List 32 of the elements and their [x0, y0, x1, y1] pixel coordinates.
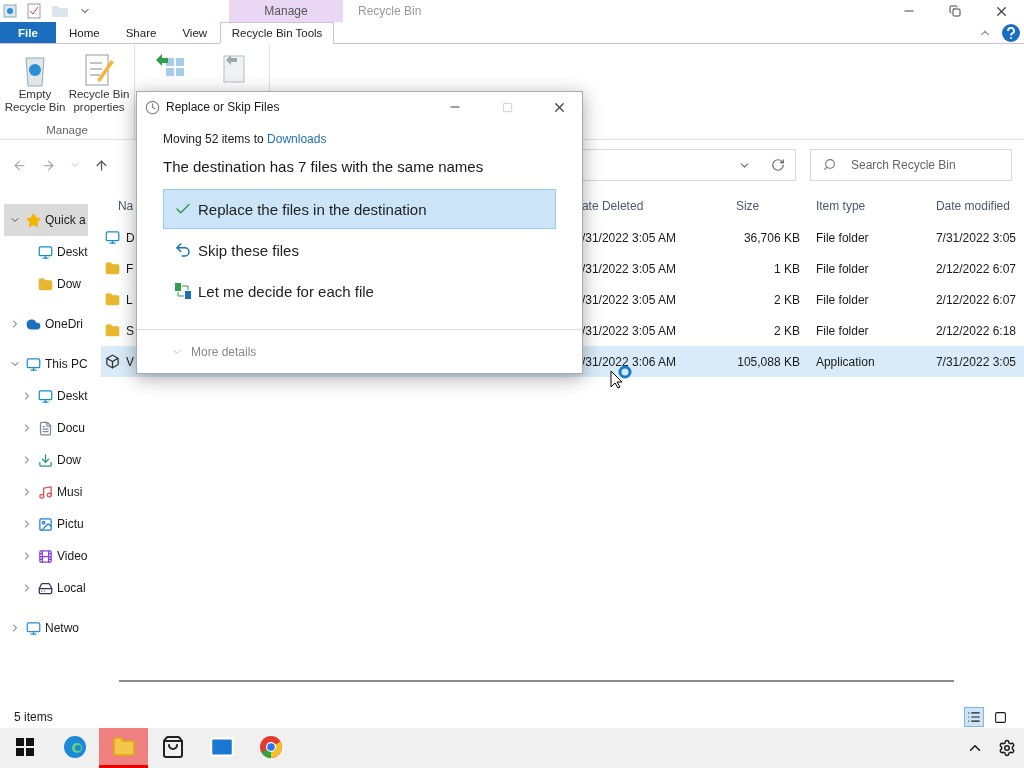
file-name: L [125, 292, 133, 307]
item-count: 5 items [14, 710, 53, 724]
file-name: S [125, 323, 134, 338]
file-name: V [125, 354, 134, 369]
table-cell-text: 2/12/2022 6:07 [934, 292, 1017, 307]
context-tab-header: Manage [229, 0, 343, 22]
table-cell-text: Application [814, 354, 876, 369]
table-cell-text: 2/12/2022 6:07 [934, 261, 1017, 276]
moving-text: Moving 52 items to Downloads [163, 132, 328, 146]
table-cell-text: File folder [814, 292, 870, 307]
window-title: Recycle Bin [357, 3, 423, 20]
group-label: Manage [46, 124, 88, 138]
dialog-title: Replace or Skip Files [166, 100, 280, 114]
file-name: F [125, 261, 134, 276]
table-cell-text: 36,706 KB [742, 230, 801, 245]
table-cell-text: /31/2022 3:06 AM [580, 354, 677, 369]
table-cell-text: /31/2022 3:05 AM [580, 292, 677, 307]
dialog-heading: The destination has 7 files with the same names [163, 158, 485, 175]
table-cell-text: 2/12/2022 6:18 [934, 323, 1017, 338]
table-cell-text: File folder [814, 261, 870, 276]
table-cell-text: /31/2022 3:05 AM [580, 261, 677, 276]
table-cell-text: File folder [814, 323, 870, 338]
table-cell-text: 105,088 KB [736, 354, 801, 369]
table-cell-text: 2 KB [772, 292, 801, 307]
table-cell-text: /31/2022 3:05 AM [580, 323, 677, 338]
table-cell-text: 7/31/2022 3:05 [934, 354, 1017, 369]
file-name: D [125, 230, 135, 245]
table-cell-text: 1 KB [772, 261, 801, 276]
table-cell-text: 2 KB [772, 323, 801, 338]
table-cell-text: 7/31/2022 3:05 [934, 230, 1017, 245]
table-cell-text: /31/2022 3:05 AM [580, 230, 677, 245]
table-cell-text: File folder [814, 230, 870, 245]
